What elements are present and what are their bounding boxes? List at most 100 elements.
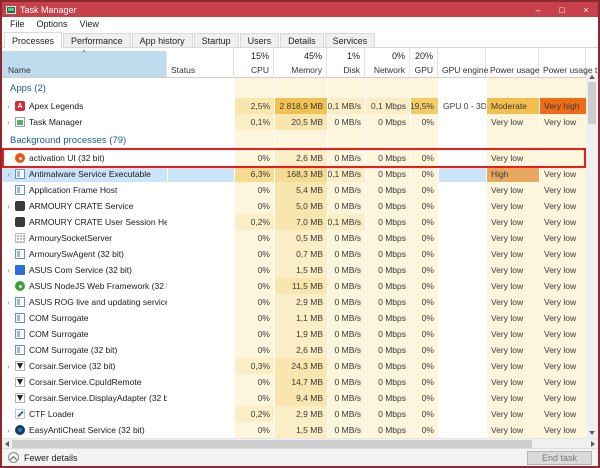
process-row[interactable]: Corsair.Service.CpuIdRemote0%14,7 MB0 MB… bbox=[2, 374, 586, 390]
process-row[interactable]: ›ARMOURY CRATE Service0%5,0 MB0 MB/s0 Mb… bbox=[2, 198, 586, 214]
power-cell: Very low bbox=[486, 358, 539, 374]
status-cell bbox=[167, 278, 234, 294]
process-row[interactable]: Application Frame Host0%5,4 MB0 MB/s0 Mb… bbox=[2, 182, 586, 198]
process-row[interactable]: ›Corsair.Service (32 bit)0,3%24,3 MB0 MB… bbox=[2, 358, 586, 374]
column-header-name[interactable]: ^ Name bbox=[2, 51, 167, 77]
tab-performance[interactable]: Performance bbox=[63, 33, 131, 47]
tab-details[interactable]: Details bbox=[280, 33, 324, 47]
expander-chevron-icon[interactable]: › bbox=[2, 266, 15, 275]
tab-app-history[interactable]: App history bbox=[132, 33, 193, 47]
power-cell bbox=[486, 130, 539, 150]
horizontal-scroll-thumb[interactable] bbox=[12, 440, 532, 448]
process-row[interactable]: ›Apex Legends2,5%2 818,9 MB0,1 MB/s0,1 M… bbox=[2, 98, 586, 114]
cpu-column-label: CPU bbox=[251, 65, 269, 75]
process-row[interactable]: ›Antimalware Service Executable6,3%168,3… bbox=[2, 166, 586, 182]
expander-chevron-icon[interactable]: › bbox=[2, 102, 15, 111]
maximize-button[interactable]: □ bbox=[550, 2, 574, 17]
column-header-network[interactable]: 0%Network bbox=[365, 48, 410, 77]
disk-column-label: Disk bbox=[343, 65, 360, 75]
column-header-gpu[interactable]: 20%GPU bbox=[410, 48, 438, 77]
expander-chevron-icon[interactable]: › bbox=[2, 170, 15, 179]
process-row[interactable]: Corsair.Service.DisplayAdapter (32 bit)0… bbox=[2, 390, 586, 406]
column-header-power[interactable]: Power usage bbox=[486, 48, 539, 77]
status-cell bbox=[167, 342, 234, 358]
process-row[interactable]: ArmourySocketServer0%0,5 MB0 MB/s0 Mbps0… bbox=[2, 230, 586, 246]
process-row[interactable]: COM Surrogate0%1,9 MB0 MB/s0 Mbps0%Very … bbox=[2, 326, 586, 342]
column-header-status[interactable]: Status bbox=[167, 48, 234, 77]
expander-chevron-icon[interactable]: › bbox=[2, 118, 15, 127]
engine-cell bbox=[438, 114, 486, 130]
sort-ascending-icon: ^ bbox=[2, 50, 166, 57]
column-header-memory[interactable]: 45%Memory bbox=[274, 48, 327, 77]
expander-chevron-icon[interactable]: › bbox=[2, 202, 15, 211]
vertical-scroll-track[interactable] bbox=[586, 124, 598, 428]
process-row[interactable]: ›Task Manager0,1%20,5 MB0 MB/s0 Mbps0%Ve… bbox=[2, 114, 586, 130]
process-row[interactable]: ARMOURY CRATE User Session Helper0,2%7,0… bbox=[2, 214, 586, 230]
status-column-label: Status bbox=[171, 65, 195, 75]
column-header-row: ^ Name Status 15%CPU45%Memory1%Disk0%Net… bbox=[2, 48, 586, 78]
cpu-cell: 0,3% bbox=[234, 358, 274, 374]
expander-chevron-icon[interactable]: › bbox=[2, 426, 15, 435]
process-row[interactable]: CTF Loader0,2%2,9 MB0 MB/s0 Mbps0%Very l… bbox=[2, 406, 586, 422]
column-header-disk[interactable]: 1%Disk bbox=[327, 48, 365, 77]
process-name-cell: CTF Loader bbox=[2, 406, 167, 422]
fewer-details-toggle[interactable]: Fewer details bbox=[8, 452, 78, 463]
process-row[interactable]: ›EasyAntiCheat Service (32 bit)0%1,5 MB0… bbox=[2, 422, 586, 438]
process-row[interactable]: ASUS NodeJS Web Framework (32 bit)0%11,5… bbox=[2, 278, 586, 294]
default-window-icon bbox=[15, 313, 25, 323]
process-row[interactable]: ArmourySwAgent (32 bit)0%0,7 MB0 MB/s0 M… bbox=[2, 246, 586, 262]
horizontal-scrollbar[interactable] bbox=[2, 438, 598, 448]
engine-cell bbox=[438, 182, 486, 198]
memory-cell: 2,6 MB bbox=[274, 342, 327, 358]
gpu-cell: 0% bbox=[410, 422, 438, 438]
trend-cell bbox=[539, 150, 586, 166]
network-cell: 0 Mbps bbox=[365, 230, 410, 246]
disk-cell: 0 MB/s bbox=[327, 198, 365, 214]
usage-columns: 15%CPU45%Memory1%Disk0%Network20%GPUGPU … bbox=[234, 48, 586, 77]
trend-cell: Very low bbox=[539, 358, 586, 374]
tab-users[interactable]: Users bbox=[240, 33, 280, 47]
network-cell: 0 Mbps bbox=[365, 262, 410, 278]
menu-item-view[interactable]: View bbox=[74, 19, 105, 29]
section-header-row[interactable]: Background processes (79) bbox=[2, 130, 586, 150]
menu-item-options[interactable]: Options bbox=[31, 19, 74, 29]
expander-chevron-icon[interactable]: › bbox=[2, 362, 15, 371]
vertical-scroll-thumb[interactable] bbox=[588, 82, 596, 124]
scroll-right-button[interactable] bbox=[588, 439, 598, 448]
column-header-cpu[interactable]: 15%CPU bbox=[234, 48, 274, 77]
power-cell: Very low bbox=[486, 114, 539, 130]
memory-cell: 24,3 MB bbox=[274, 358, 327, 374]
gpu-cell: 0% bbox=[410, 390, 438, 406]
tab-services[interactable]: Services bbox=[325, 33, 376, 47]
network-cell: 0,1 Mbps bbox=[365, 98, 410, 114]
vertical-scrollbar[interactable] bbox=[586, 48, 598, 438]
tab-startup[interactable]: Startup bbox=[194, 33, 239, 47]
expander-chevron-icon[interactable]: › bbox=[2, 298, 15, 307]
section-header-row[interactable]: Apps (2) bbox=[2, 78, 586, 98]
process-row[interactable]: COM Surrogate0%1,1 MB0 MB/s0 Mbps0%Very … bbox=[2, 310, 586, 326]
process-row[interactable]: activation UI (32 bit)0%2,6 MB0 MB/s0 Mb… bbox=[2, 150, 586, 166]
network-cell: 0 Mbps bbox=[365, 374, 410, 390]
disk-cell: 0 MB/s bbox=[327, 278, 365, 294]
tab-processes[interactable]: Processes bbox=[4, 32, 62, 48]
name-column-label: Name bbox=[8, 65, 31, 75]
cpu-cell: 2,5% bbox=[234, 98, 274, 114]
scroll-down-button[interactable] bbox=[586, 428, 598, 438]
trend-cell: Very low bbox=[539, 422, 586, 438]
column-header-trend[interactable]: Power usage t... bbox=[539, 48, 586, 77]
process-row[interactable]: ›ASUS ROG live and updating service0%2,9… bbox=[2, 294, 586, 310]
column-header-engine[interactable]: GPU engine bbox=[438, 48, 486, 77]
scroll-left-button[interactable] bbox=[2, 439, 12, 448]
process-row[interactable]: COM Surrogate (32 bit)0%2,6 MB0 MB/s0 Mb… bbox=[2, 342, 586, 358]
minimize-button[interactable]: – bbox=[526, 2, 550, 17]
network-cell: 0 Mbps bbox=[365, 278, 410, 294]
close-button[interactable]: × bbox=[574, 2, 598, 17]
asus-nodejs-icon bbox=[15, 281, 25, 291]
status-cell bbox=[167, 230, 234, 246]
menu-item-file[interactable]: File bbox=[4, 19, 31, 29]
process-row[interactable]: ›ASUS Com Service (32 bit)0%1,5 MB0 MB/s… bbox=[2, 262, 586, 278]
end-task-button[interactable]: End task bbox=[527, 451, 592, 465]
process-name-cell: ›Apex Legends bbox=[2, 98, 167, 114]
memory-cell: 1,5 MB bbox=[274, 262, 327, 278]
gpu-cell: 0% bbox=[410, 310, 438, 326]
